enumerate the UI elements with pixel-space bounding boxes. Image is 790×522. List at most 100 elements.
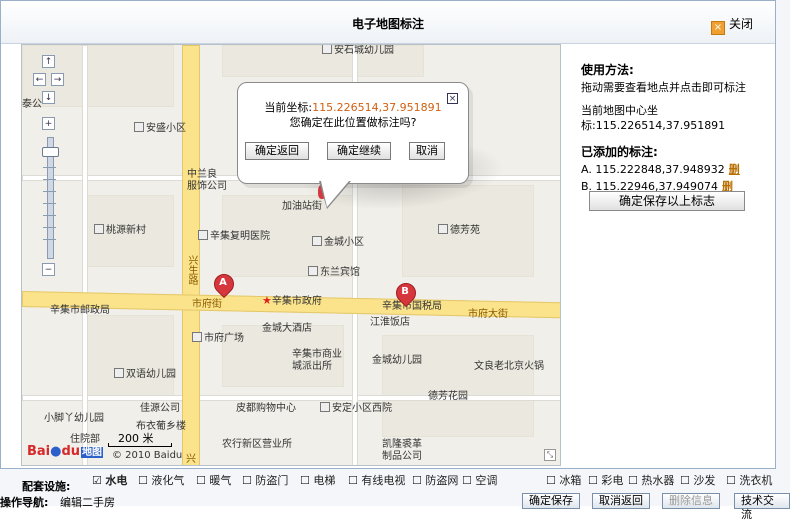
map-copyright: © 2010 Baidu <box>112 450 183 461</box>
resize-icon[interactable]: ⤡ <box>544 449 556 461</box>
map-block <box>82 315 174 397</box>
facility-checkbox[interactable]: ☐ 液化气 <box>138 472 184 488</box>
center-value: 115.226514,37.951891 <box>595 119 726 132</box>
poi-icon <box>94 224 104 234</box>
facility-checkbox[interactable]: ☐ 沙发 <box>680 472 715 488</box>
pan-up-button[interactable]: ↑ <box>42 55 55 68</box>
poi-icon <box>312 236 322 246</box>
pan-right-button[interactable]: → <box>51 73 64 86</box>
pan-down-button[interactable]: ↓ <box>42 91 55 104</box>
facility-checkbox[interactable]: ☑ 水电 <box>92 472 127 488</box>
facility-checkbox[interactable]: ☐ 洗衣机 <box>726 472 772 488</box>
poi: 金城小区 <box>312 233 364 248</box>
poi: 安盛小区 <box>134 119 186 134</box>
save-markers-button[interactable]: 确定保存以上标志 <box>589 191 745 211</box>
added-title: 已添加的标注: <box>581 145 658 159</box>
facility-checkbox[interactable]: ☐ 空调 <box>462 472 497 488</box>
mark-confirm-popup: × 当前坐标:115.226514,37.951891 您确定在此位置做标注吗?… <box>237 82 469 209</box>
popup-question: 您确定在此位置做标注吗? <box>289 116 417 129</box>
marker-a-label: A <box>219 277 227 288</box>
facility-checkbox[interactable]: ☐ 有线电视 <box>348 472 405 488</box>
poi-icon <box>322 45 332 54</box>
marker-b-label: B <box>401 286 409 297</box>
dialog-title: 电子地图标注 <box>351 17 424 31</box>
map-canvas[interactable]: 兴生路 兴 市府街 市府大街 安石城幼儿园 安盛小区 泰公 中兰良 服饰公司 加… <box>21 44 561 466</box>
delete-marker-a-link[interactable]: 删 <box>729 163 740 176</box>
usage-text: 拖动需要查看地点并点击即可标注 <box>581 81 746 94</box>
poi: 文良老北京火锅 <box>474 361 544 372</box>
facility-checkbox[interactable]: ☐ 防盗门 <box>242 472 288 488</box>
dialog-titlebar: 电子地图标注 × 关闭 <box>1 1 775 44</box>
close-icon: × <box>710 21 725 35</box>
facility-checkbox[interactable]: ☐ 冰箱 <box>546 472 581 488</box>
poi: 城派出所 <box>292 361 332 372</box>
center-label: 当前地图中心坐标:115.226514,37.951891 <box>581 104 726 132</box>
poi-icon <box>114 368 124 378</box>
poi: 安石城幼儿园 <box>322 45 394 56</box>
added-marker-item: A. 115.222848,37.948932 删 <box>581 163 740 176</box>
poi-icon <box>192 332 202 342</box>
zoom-tick <box>43 167 56 168</box>
delete-button-under[interactable]: 删除信息 <box>662 493 720 509</box>
road-label-shifu1: 市府街 <box>192 299 222 310</box>
zoom-out-button[interactable]: − <box>42 263 55 276</box>
cancel-button-under[interactable]: 取消返回 <box>592 493 650 509</box>
poi: 皮都购物中心 <box>236 403 296 414</box>
road-label-shifu2: 市府大街 <box>468 309 508 320</box>
facility-checkbox[interactable]: ☐ 热水器 <box>628 472 674 488</box>
pan-left-button[interactable]: ← <box>33 73 46 86</box>
zoom-tick <box>43 191 56 192</box>
facility-checkbox[interactable]: ☐ 电梯 <box>300 472 335 488</box>
road-label-xingsheng2: 兴 <box>186 454 196 465</box>
poi: 金城幼儿园 <box>372 355 422 366</box>
popup-tail <box>321 181 349 207</box>
popup-cancel-button[interactable]: 取消 <box>409 142 445 160</box>
popup-coord-line: 当前坐标:115.226514,37.951891 <box>264 101 442 114</box>
poi: 江淮饭店 <box>370 317 410 328</box>
poi: 德芳苑 <box>438 221 480 236</box>
poi: 农行新区营业所 <box>222 439 292 450</box>
road-label-xingsheng: 兴生路 <box>186 255 197 285</box>
poi: 桃源新村 <box>94 221 146 236</box>
zoom-slider-handle[interactable] <box>42 147 59 157</box>
poi: 市府广场 <box>192 329 244 344</box>
side-panel: 使用方法: 拖动需要查看地点并点击即可标注 当前地图中心坐标:115.22651… <box>581 61 771 194</box>
close-button[interactable]: × 关闭 <box>710 15 753 35</box>
poi: 小脚丫幼儿园 <box>44 413 104 424</box>
save-button-under[interactable]: 确定保存 <box>522 493 580 509</box>
poi-icon <box>308 266 318 276</box>
facility-checkbox[interactable]: ☐ 防盗网 <box>412 472 458 488</box>
zoom-in-button[interactable]: + <box>42 117 55 130</box>
facility-checkbox[interactable]: ☐ 暖气 <box>196 472 231 488</box>
poi-icon <box>198 230 208 240</box>
poi: 德芳花园 <box>428 391 468 402</box>
map-scale-bar <box>108 443 172 447</box>
facility-checkbox[interactable]: ☐ 彩电 <box>588 472 623 488</box>
zoom-tick <box>43 239 56 240</box>
zoom-tick <box>43 227 56 228</box>
close-label: 关闭 <box>728 17 753 31</box>
confirm-continue-button[interactable]: 确定继续 <box>327 142 391 160</box>
nav-label: 操作导航: <box>0 496 49 509</box>
popup-coord-value: 115.226514,37.951891 <box>312 101 442 114</box>
poi: 服饰公司 <box>187 181 227 192</box>
baidu-map-logo: Bai●du 地图 <box>27 444 104 459</box>
map-dialog: 电子地图标注 × 关闭 兴生路 兴 市府街 市府大街 安石城幼儿园 安盛小区 泰公… <box>0 0 776 469</box>
poi-icon <box>438 224 448 234</box>
confirm-back-button[interactable]: 确定返回 <box>245 142 309 160</box>
nav-value: 编辑二手房 <box>60 496 115 509</box>
poi: 东兰宾馆 <box>308 263 360 278</box>
facilities-row: ☑ 水电 ☐ 液化气 ☐ 暖气 ☐ 防盗门 ☐ 电梯 ☐ 有线电视 ☐ 防盗网 … <box>0 470 790 488</box>
poi: 佳源公司 <box>140 403 180 414</box>
poi: 双语幼儿园 <box>114 365 176 380</box>
poi-icon <box>134 122 144 132</box>
minor-road <box>82 45 88 465</box>
poi: 辛集市邮政局 <box>50 305 110 316</box>
tech-button-under[interactable]: 技术交流 <box>734 493 790 521</box>
usage-title: 使用方法: <box>581 63 634 77</box>
poi: 辛集复明医院 <box>198 227 270 242</box>
poi: ★辛集市政府 <box>262 294 322 307</box>
map-nav-control: ↑ ← → ↓ + − <box>30 55 70 276</box>
zoom-tick <box>43 179 56 180</box>
poi: 制品公司 <box>382 451 422 462</box>
